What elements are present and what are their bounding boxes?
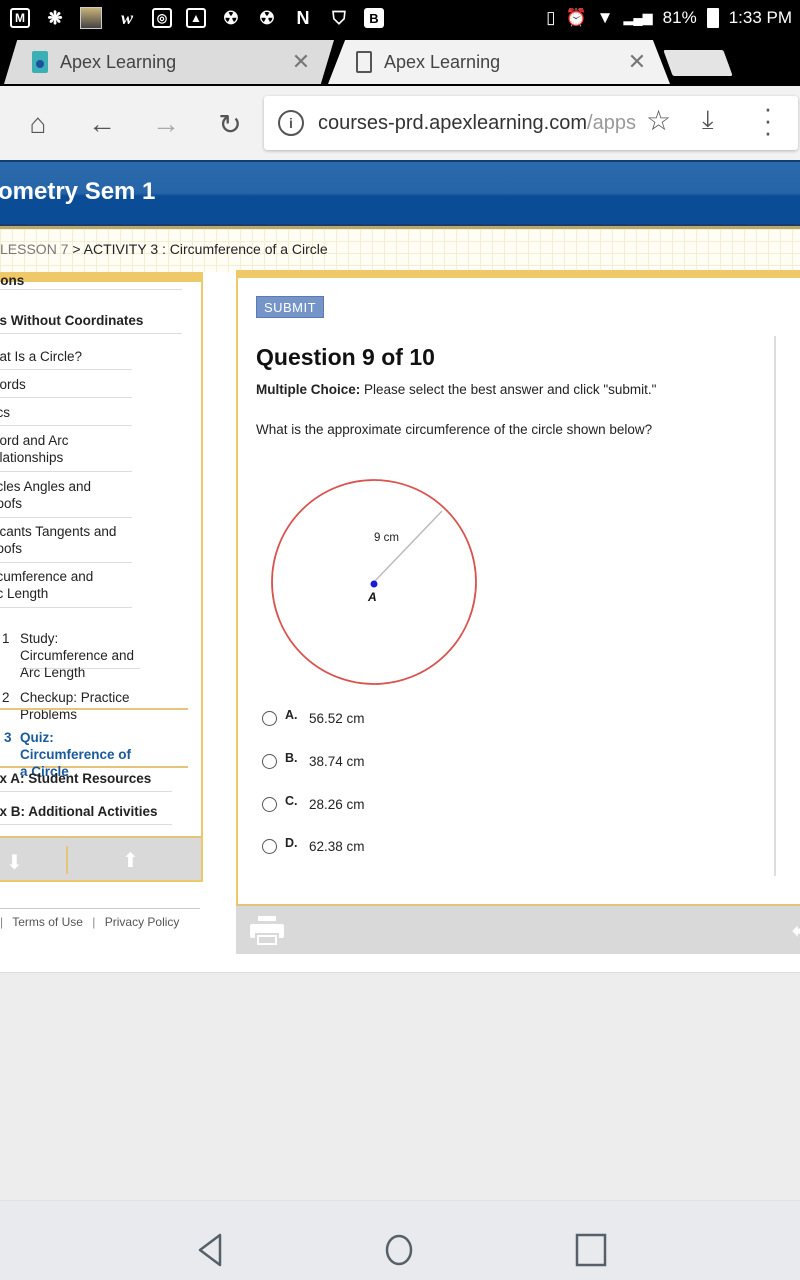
sidebar-item-arcs[interactable]: rcs [0, 404, 132, 426]
android-nav-bar [0, 1200, 800, 1280]
download-icon[interactable]: ⤓ [702, 104, 714, 136]
sidebar-item-circles-without-coordinates[interactable]: es Without Coordinates [0, 312, 182, 334]
question-instructions: Multiple Choice: Please select the best … [256, 382, 657, 397]
radio-button[interactable] [262, 753, 277, 769]
wattpad-icon: w [120, 7, 133, 28]
radius-line [373, 510, 443, 583]
question-area: Question 9 of 10 Multiple Choice: Please… [238, 336, 776, 876]
gallery-icon: ▲ [186, 8, 206, 28]
question-footer: ⬅ [236, 904, 800, 954]
sidebar-item-chord-arc-relationships[interactable]: hord and Arc elationships [0, 432, 132, 472]
web-page: ometry Sem 1 LESSON 7 > ACTIVITY 3 : Cir… [0, 160, 800, 1200]
home-icon[interactable]: ⌂ [18, 104, 58, 144]
course-title: ometry Sem 1 [0, 178, 156, 205]
tab-strip: Apex Learning ✕ Apex Learning ✕ [0, 38, 800, 86]
android-icon: ☢ [222, 7, 240, 28]
document-icon [356, 51, 372, 73]
tab-apex-learning-2[interactable]: Apex Learning ✕ [328, 40, 670, 84]
radio-button[interactable] [262, 796, 277, 812]
sidebar-item-secants-tangents-proofs[interactable]: ecants Tangents and roofs [0, 523, 132, 563]
signal-icon: ▂▄▆ [623, 10, 653, 25]
arrow-down-icon[interactable]: ⬇ [6, 850, 23, 875]
choice-d[interactable]: D. 62.38 cm [262, 836, 365, 856]
course-outline-sidebar: gons es Without Coordinates hat Is a Cir… [0, 272, 203, 882]
breadcrumb: LESSON 7 > ACTIVITY 3 : Circumference of… [0, 241, 328, 257]
url-text[interactable]: courses-prd.apexlearning.com/apps [318, 112, 638, 135]
sidebar-item-what-is-a-circle[interactable]: hat Is a Circle? [0, 348, 132, 370]
submit-button[interactable]: SUBMIT [256, 296, 324, 318]
divider [66, 846, 68, 874]
new-tab-button[interactable] [663, 50, 733, 76]
forward-icon[interactable]: → [146, 104, 186, 144]
question-prompt: What is the approximate circumference of… [256, 422, 653, 437]
radius-label: 9 cm [374, 532, 399, 544]
bookmark-star-icon[interactable]: ☆ [646, 104, 671, 137]
breadcrumb-bar: LESSON 7 > ACTIVITY 3 : Circumference of… [0, 229, 800, 272]
back-icon[interactable]: ← [82, 104, 122, 144]
nav-recents-icon[interactable] [574, 1233, 608, 1267]
browser-toolbar: ⌂ ← → ↻ i courses-prd.apexlearning.com/a… [0, 86, 800, 160]
sidebar-activity-1-study[interactable]: 1 Study: Circumference and Arc Length [2, 613, 140, 680]
footer-links: | Terms of Use | Privacy Policy [0, 908, 200, 929]
choice-b[interactable]: B. 38.74 cm [262, 751, 365, 771]
sidebar-item-circumference-arc-length[interactable]: rcumference and rc Length [0, 568, 132, 608]
status-bar: M ❋ w ◎ ▲ ☢ ☢ N ⛉ B ▯ ⏰ ▼ ▂▄▆ 81% 1:33 P… [0, 0, 800, 38]
terms-of-use-link[interactable]: Terms of Use [12, 915, 83, 929]
instagram-icon: ◎ [152, 8, 172, 28]
vibrate-icon: ▯ [546, 8, 556, 27]
alarm-icon: ⏰ [565, 8, 587, 27]
close-tab-icon[interactable]: ✕ [286, 49, 316, 75]
battery-percent: 81% [662, 8, 697, 27]
nav-back-icon[interactable] [192, 1233, 226, 1267]
radio-button[interactable] [262, 838, 277, 854]
question-panel: SUBMIT Question 9 of 10 Multiple Choice:… [236, 270, 800, 954]
reload-icon[interactable]: ↻ [210, 104, 250, 144]
android-icon: ☢ [258, 7, 276, 28]
sidebar-item-chords[interactable]: hords [0, 376, 132, 398]
tab-apex-learning-1[interactable]: Apex Learning ✕ [4, 40, 334, 84]
circle-figure: 9 cm A [271, 479, 477, 685]
sidebar-item-gons[interactable]: gons [0, 276, 182, 290]
sidebar-item-appendix-a[interactable]: lix A: Student Resources [0, 770, 172, 792]
sidebar-footer: ⬇ ⬆ [0, 836, 203, 882]
nav-home-icon[interactable] [382, 1233, 416, 1267]
arrow-up-icon[interactable]: ⬆ [122, 848, 139, 873]
breadcrumb-lesson[interactable]: LESSON 7 [0, 241, 68, 257]
sidebar-activity-3-quiz[interactable]: 3 Quiz: Circumference of a Circle [0, 708, 188, 779]
radio-button[interactable] [262, 710, 277, 726]
tab-title: Apex Learning [384, 51, 501, 72]
choice-c[interactable]: C. 28.26 cm [262, 794, 365, 814]
wifi-shield-icon: ⛉ [332, 7, 346, 28]
cat-icon: ❋ [47, 7, 63, 28]
center-label: A [367, 590, 377, 604]
sidebar-item-appendix-b[interactable]: lix B: Additional Activities [0, 803, 172, 825]
page-background [0, 972, 800, 1200]
previous-arrow-icon[interactable]: ⬅ [792, 918, 800, 944]
info-icon[interactable]: i [278, 110, 304, 136]
address-bar[interactable]: i courses-prd.apexlearning.com/apps [264, 96, 798, 150]
b-icon: B [364, 8, 384, 28]
close-tab-icon[interactable]: ✕ [622, 49, 652, 75]
question-title: Question 9 of 10 [256, 344, 435, 370]
gmail-icon: M [10, 8, 30, 28]
choice-a[interactable]: A. 56.52 cm [262, 708, 365, 728]
privacy-policy-link[interactable]: Privacy Policy [105, 915, 180, 929]
battery-icon [706, 8, 719, 28]
center-point-a [370, 580, 378, 588]
avatar-icon [80, 7, 102, 29]
menu-icon[interactable]: · · · [760, 95, 776, 145]
sidebar-activity-2-checkup[interactable]: 2 Checkup: Practice Problems [2, 672, 190, 722]
tab-title: Apex Learning [60, 51, 177, 72]
wifi-icon: ▼ [596, 8, 614, 27]
sidebar-item-circles-angles-proofs[interactable]: rcles Angles and roofs [0, 478, 132, 518]
clock: 1:33 PM [728, 8, 792, 27]
print-icon[interactable] [250, 916, 284, 946]
apex-favicon-icon [32, 51, 48, 73]
breadcrumb-activity: ACTIVITY 3 : Circumference of a Circle [83, 241, 328, 257]
netflix-icon: N [296, 7, 310, 28]
course-header: ometry Sem 1 [0, 160, 800, 226]
